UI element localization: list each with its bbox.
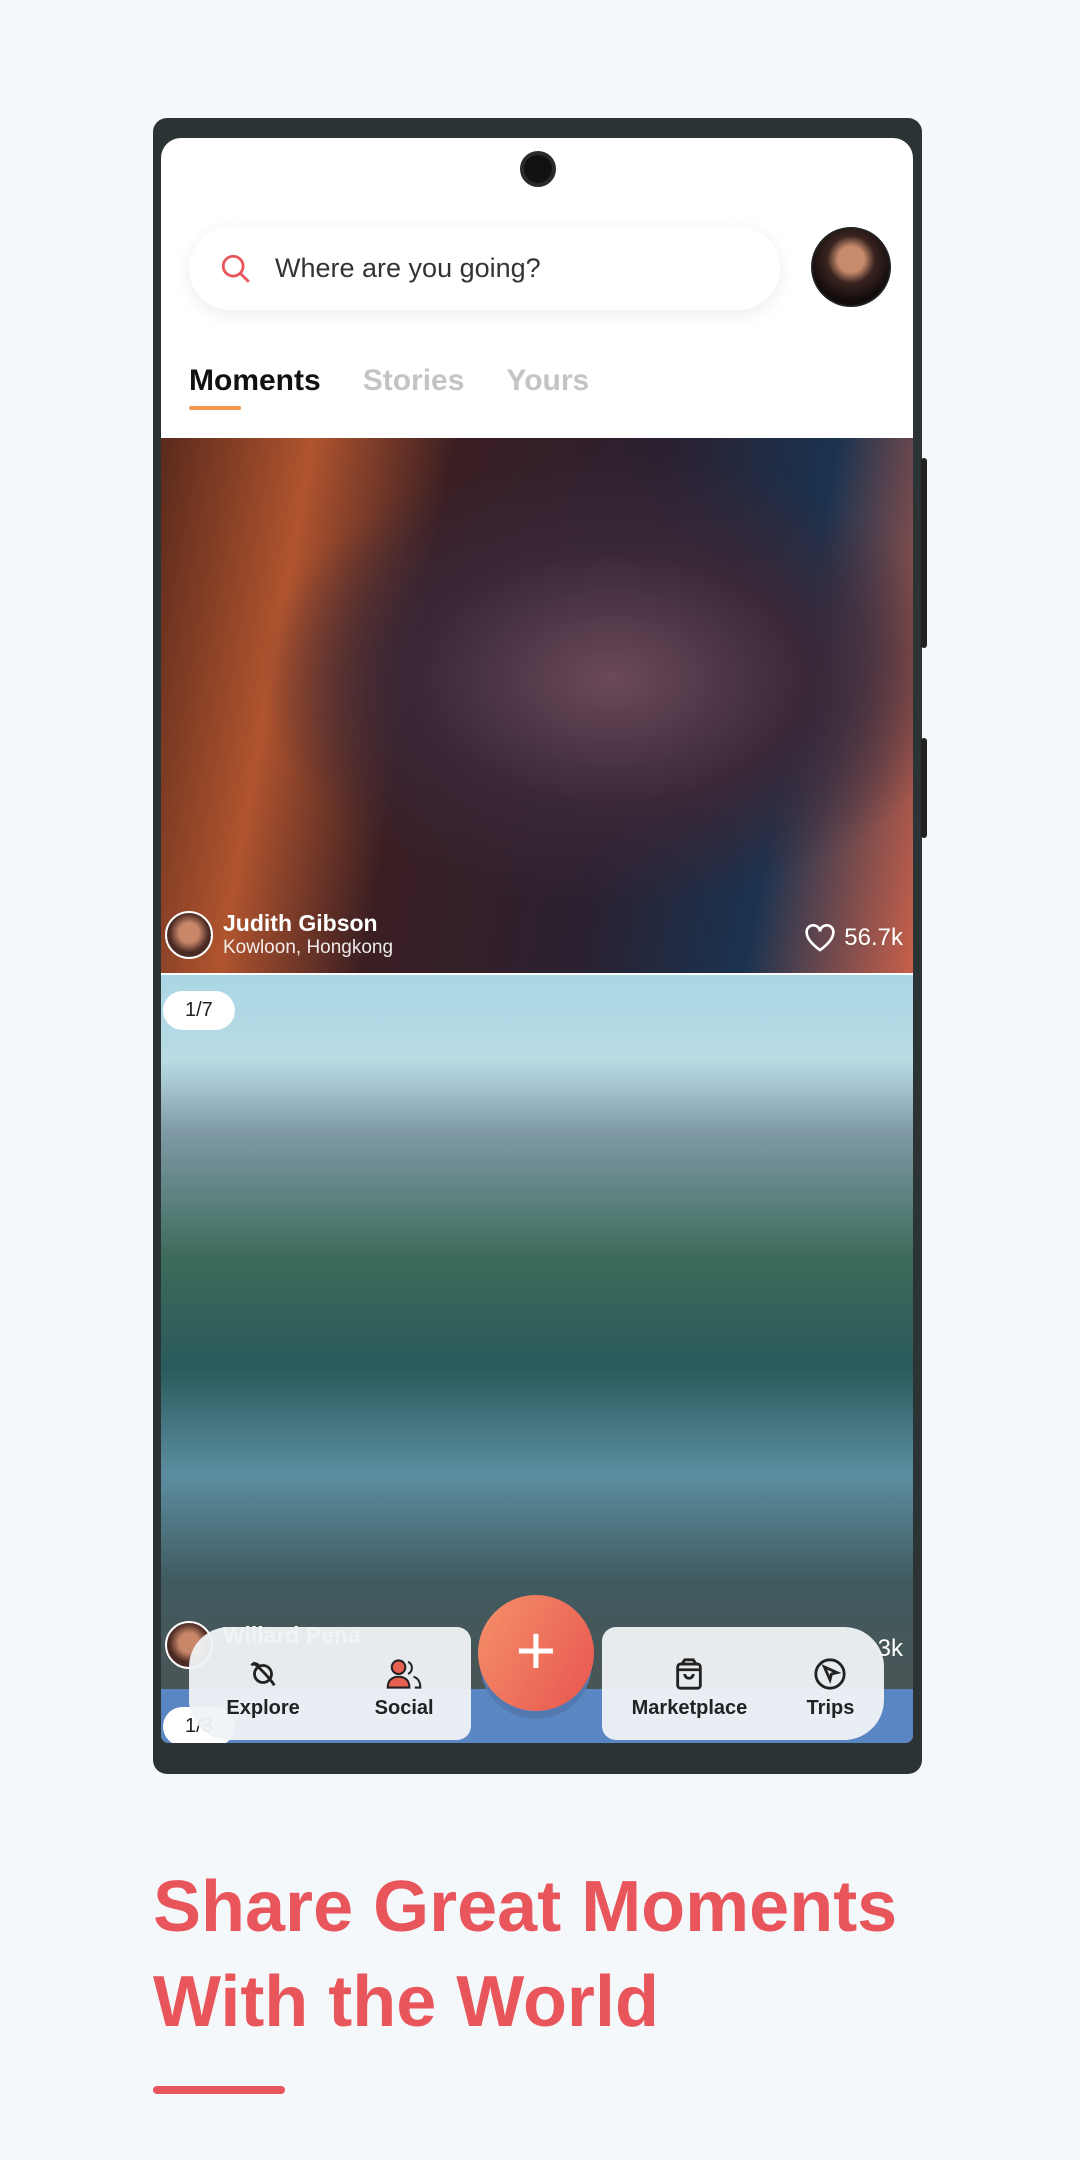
nav-label: Explore [226,1697,300,1719]
tab-yours[interactable]: Yours [506,364,589,398]
nav-explore[interactable]: Explore [226,1657,300,1720]
navigation-icon [814,1658,847,1690]
heart-icon [805,924,835,952]
nav-social[interactable]: Social [375,1657,434,1720]
bottom-nav-left: Explore Social [189,1627,471,1740]
search-bar[interactable]: Where are you going? [189,227,780,310]
image-pager: 1/7 [163,991,235,1030]
post-author[interactable]: Judith Gibson Kowloon, Hongkong [165,910,393,959]
author-name: Judith Gibson [223,910,378,936]
post-card[interactable]: 1/7 Willard Pena 3k [161,975,913,1689]
side-button [921,458,927,648]
shopping-bag-icon [676,1658,703,1690]
users-icon [386,1659,422,1689]
nav-trips[interactable]: Trips [806,1657,855,1720]
nav-label: Trips [806,1697,855,1719]
camera-cutout [520,151,556,187]
like-button[interactable]: 56.7k [804,923,903,953]
post-location: Kowloon, Hongkong [223,937,394,958]
promo-headline: Share Great Moments With the World [153,1860,897,2050]
add-post-button[interactable]: + [478,1595,594,1711]
like-count: 56.7k [844,924,903,951]
side-button [921,738,927,838]
tab-moments[interactable]: Moments [189,364,321,410]
bottom-nav-right: Marketplace Trips [602,1627,884,1740]
nav-marketplace[interactable]: Marketplace [631,1657,748,1720]
search-placeholder: Where are you going? [275,253,541,283]
headline-underline [153,2086,285,2094]
nav-label: Social [374,1697,434,1719]
app-screen: Where are you going? Moments Stories You… [161,138,913,1743]
search-icon [221,254,250,283]
profile-avatar[interactable] [811,227,891,307]
author-avatar[interactable] [165,910,213,959]
post-card[interactable]: Judith Gibson Kowloon, Hongkong 56.7k [161,438,913,973]
feed-tabs: Moments Stories Yours [189,364,589,410]
nav-label: Marketplace [631,1697,748,1719]
headline-line: With the World [153,1962,659,2042]
planet-icon [250,1661,276,1687]
headline-line: Share Great Moments [153,1867,898,1947]
tab-stories[interactable]: Stories [363,364,465,398]
